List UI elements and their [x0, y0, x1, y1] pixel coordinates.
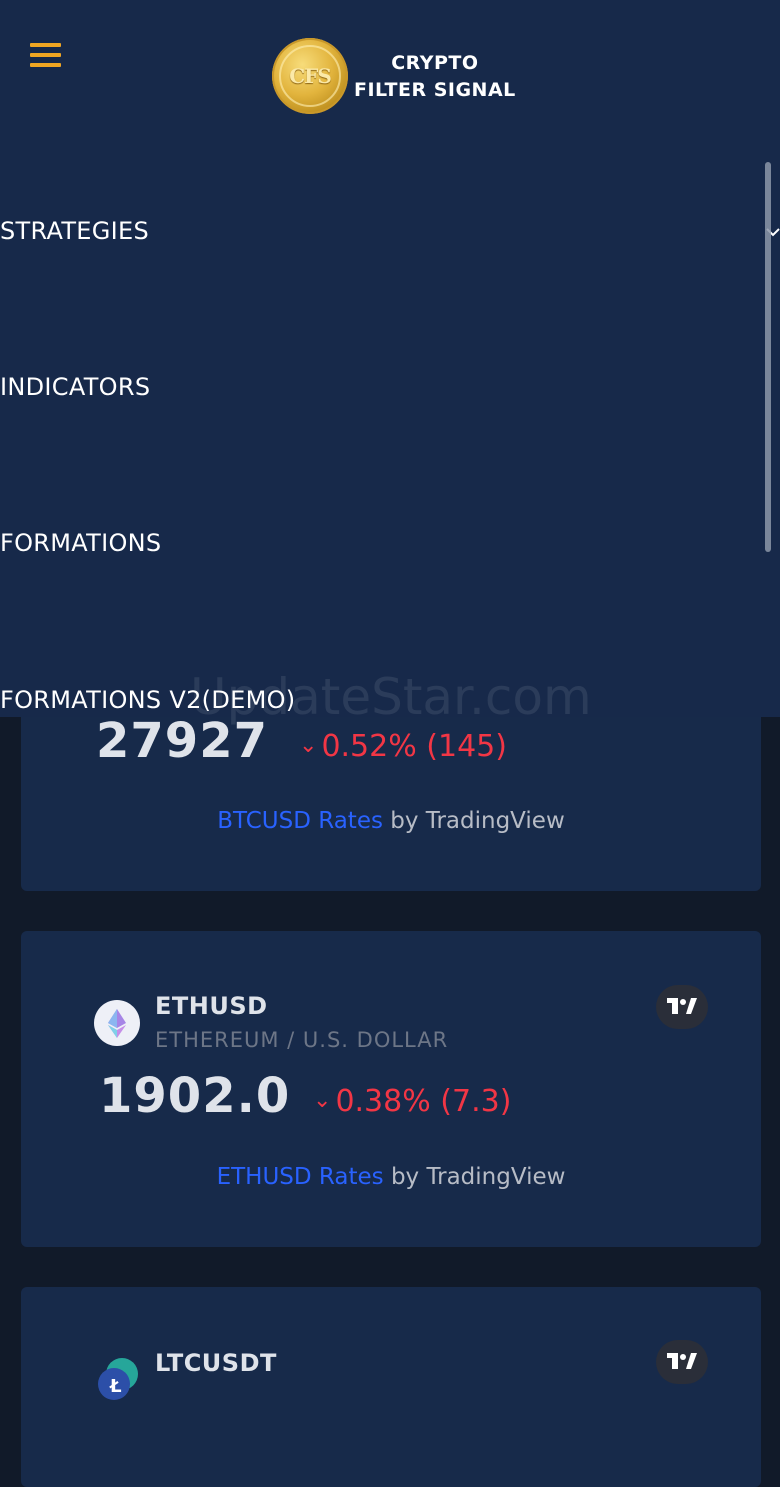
- ethusd-ticker-card[interactable]: ETHUSD ETHEREUM / U.S. DOLLAR 1902.0 ⌄ 0.…: [21, 931, 761, 1247]
- navigation-menu-panel: CFS CRYPTO FILTER SIGNAL STRATEGIES INDI…: [0, 0, 780, 717]
- menu-item-formations-v2-demo[interactable]: FORMATIONS V2(DEMO): [0, 686, 295, 714]
- ltcusdt-ticker-card[interactable]: Ł LTCUSDT: [21, 1287, 761, 1487]
- ltcusdt-symbol: LTCUSDT: [155, 1349, 277, 1377]
- ethusd-rates-line: ETHUSD Rates by TradingView: [21, 1164, 761, 1190]
- ethusd-symbol: ETHUSD: [155, 992, 268, 1020]
- ethusd-pair-name: ETHEREUM / U.S. DOLLAR: [155, 1028, 449, 1052]
- tradingview-logo-icon[interactable]: [656, 985, 708, 1029]
- menu-scrollbar[interactable]: [765, 162, 771, 552]
- btcusd-rates-line: BTCUSD Rates by TradingView: [21, 808, 761, 834]
- brand-line-2: FILTER SIGNAL: [354, 79, 516, 101]
- menu-item-formations[interactable]: FORMATIONS: [0, 529, 161, 557]
- brand-line-1: CRYPTO: [391, 52, 479, 74]
- ethusd-rates-link[interactable]: ETHUSD Rates: [217, 1164, 384, 1190]
- btcusd-change: ⌄ 0.52% (145): [299, 729, 507, 764]
- ethusd-change: ⌄ 0.38% (7.3): [313, 1084, 511, 1119]
- menu-item-indicators[interactable]: INDICATORS: [0, 373, 150, 401]
- ethereum-icon: [94, 1000, 140, 1046]
- litecoin-icon: Ł: [94, 1356, 140, 1402]
- logo-text: CFS: [279, 45, 341, 107]
- brand-title[interactable]: CRYPTO FILTER SIGNAL: [354, 50, 516, 104]
- tradingview-logo-icon[interactable]: [656, 1340, 708, 1384]
- ethusd-price: 1902.0: [99, 1068, 291, 1124]
- btcusd-change-value: 0.52% (145): [321, 729, 507, 764]
- chevron-down-icon: ⌄: [313, 1088, 332, 1113]
- btcusd-price: 27927: [96, 713, 268, 769]
- cfs-coin-logo[interactable]: CFS: [272, 38, 348, 114]
- by-tradingview-text: by TradingView: [390, 1164, 566, 1190]
- by-tradingview-text: by TradingView: [390, 808, 565, 834]
- hamburger-menu-icon[interactable]: [30, 43, 62, 69]
- chevron-down-icon: ⌄: [299, 733, 318, 758]
- ethusd-change-value: 0.38% (7.3): [335, 1084, 512, 1119]
- btcusd-rates-link[interactable]: BTCUSD Rates: [217, 808, 383, 834]
- menu-item-strategies[interactable]: STRATEGIES: [0, 217, 149, 245]
